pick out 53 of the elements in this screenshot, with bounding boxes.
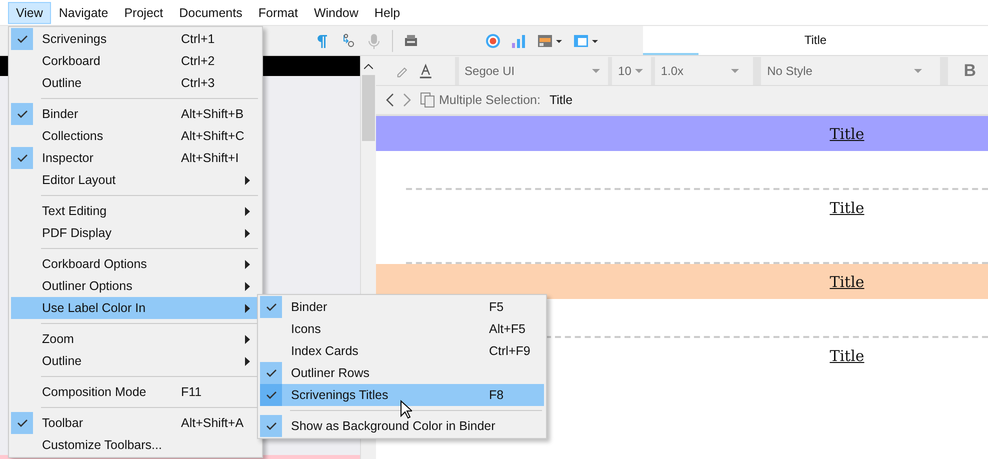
caret-icon	[914, 68, 922, 72]
menu-bar-item[interactable]: Project	[116, 2, 172, 24]
menu-bar-item[interactable]: View	[8, 2, 51, 24]
document-title: Title	[549, 93, 573, 107]
document-heading: Title	[830, 124, 864, 142]
menu-item[interactable]: Corkboard Options	[11, 253, 260, 275]
printer-icon[interactable]	[403, 32, 419, 48]
target-icon[interactable]	[485, 32, 501, 48]
layout-icon[interactable]	[573, 32, 599, 48]
menu-item[interactable]: Index Cards Ctrl+F9	[260, 340, 544, 362]
menu-bar-item[interactable]: Format	[250, 2, 306, 24]
menu-item[interactable]: Binder F5	[260, 296, 544, 318]
back-icon[interactable]	[386, 93, 394, 107]
caret-icon	[731, 68, 740, 72]
document-heading: Title	[830, 198, 864, 216]
layout-icon[interactable]	[537, 32, 563, 48]
menu-item[interactable]: Collections Alt+Shift+C	[11, 125, 260, 147]
forward-icon[interactable]	[403, 93, 411, 107]
scroll-up-icon[interactable]	[364, 64, 373, 69]
menu-item[interactable]: Outliner Rows	[260, 362, 544, 384]
menu-bar-item[interactable]: Documents	[171, 2, 250, 24]
menu-item[interactable]: Composition Mode F11	[11, 381, 260, 403]
menu-item[interactable]: Scrivenings Ctrl+1	[11, 28, 260, 50]
mouse-cursor-icon	[400, 400, 412, 419]
menu-item[interactable]: Binder Alt+Shift+B	[11, 103, 260, 125]
text-color-icon[interactable]	[418, 62, 434, 78]
menu-item[interactable]: Toolbar Alt+Shift+A	[11, 412, 260, 434]
menu-item[interactable]: Outliner Options	[11, 275, 260, 297]
menu-item[interactable]: Editor Layout	[11, 169, 260, 191]
menu-item[interactable]: PDF Display	[11, 222, 260, 244]
bar-chart-icon[interactable]	[511, 32, 527, 48]
caret-icon	[634, 68, 643, 72]
menu-item[interactable]: Outline	[11, 350, 260, 372]
menu-item[interactable]: Text Editing	[11, 200, 260, 222]
menu-item[interactable]: Inspector Alt+Shift+I	[11, 147, 260, 169]
menu-bar-item[interactable]: Navigate	[50, 2, 116, 24]
scrollbar-thumb[interactable]	[362, 75, 375, 141]
caret-icon	[592, 68, 600, 72]
header-tab[interactable]: Title	[643, 26, 988, 55]
menu-item[interactable]: Customize Toolbars...	[11, 434, 260, 456]
menu-item[interactable]: Corkboard Ctrl+2	[11, 50, 260, 72]
documents-icon	[420, 92, 436, 108]
menu-item[interactable]: Scrivenings Titles F8	[260, 384, 544, 406]
menu-bar-item[interactable]: Help	[366, 2, 408, 24]
document-heading: Title	[830, 346, 864, 364]
menu-item[interactable]: Use Label Color In	[11, 297, 260, 319]
document-heading: Title	[830, 272, 864, 290]
menu-item[interactable]: Show as Background Color in Binder	[260, 415, 544, 437]
menu-item[interactable]: Zoom	[11, 328, 260, 350]
menu-item[interactable]: Outline Ctrl+3	[11, 72, 260, 94]
menu-bar-item[interactable]: Window	[306, 2, 366, 24]
menu-item[interactable]: Icons Alt+F5	[260, 318, 544, 340]
selection-label: Multiple Selection:	[439, 93, 540, 107]
